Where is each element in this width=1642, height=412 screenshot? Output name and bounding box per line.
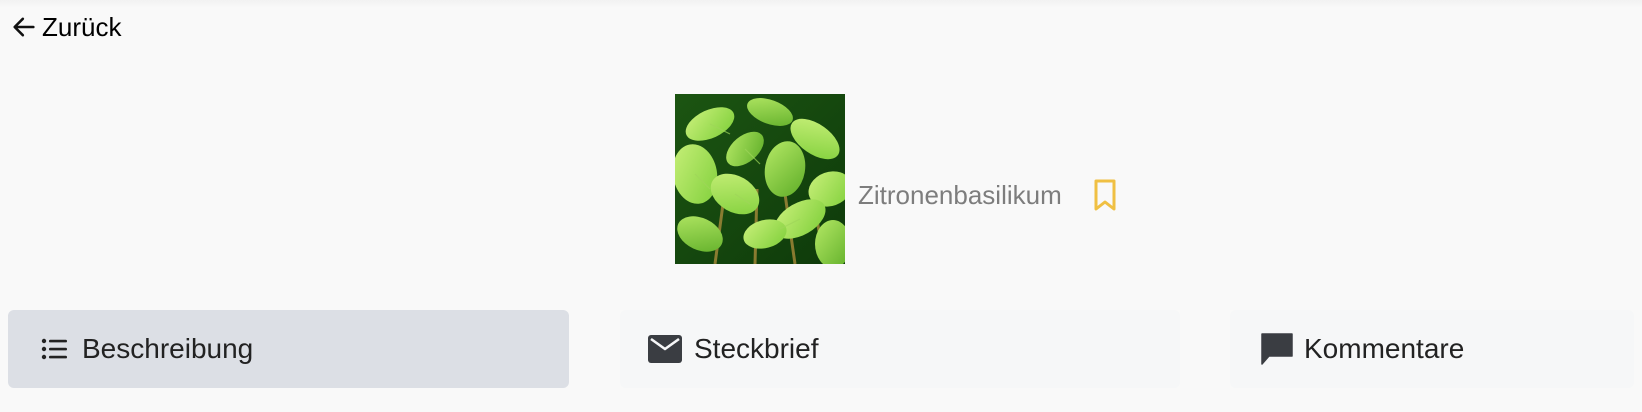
comment-icon <box>1261 333 1293 365</box>
back-label: Zurück <box>42 12 122 42</box>
tab-kommentare[interactable]: Kommentare <box>1230 310 1634 388</box>
tab-label: Kommentare <box>1304 333 1465 364</box>
plant-detail-page: Zurück Zitronenbasilikum Beschreibung St… <box>0 0 1642 412</box>
plant-image-graphic <box>675 94 845 264</box>
tab-beschreibung[interactable]: Beschreibung <box>8 310 569 388</box>
mail-icon <box>648 335 682 363</box>
back-button[interactable]: Zurück <box>10 10 121 44</box>
tab-label: Beschreibung <box>82 333 254 364</box>
plant-name: Zitronenbasilikum <box>858 180 1062 210</box>
arrow-left-icon <box>13 17 35 37</box>
bookmark-icon <box>1094 179 1116 211</box>
bookmark-button[interactable] <box>1090 178 1120 212</box>
plant-image <box>675 94 845 264</box>
tab-label: Steckbrief <box>694 333 819 364</box>
tab-steckbrief[interactable]: Steckbrief <box>620 310 1180 388</box>
list-icon <box>41 338 67 360</box>
